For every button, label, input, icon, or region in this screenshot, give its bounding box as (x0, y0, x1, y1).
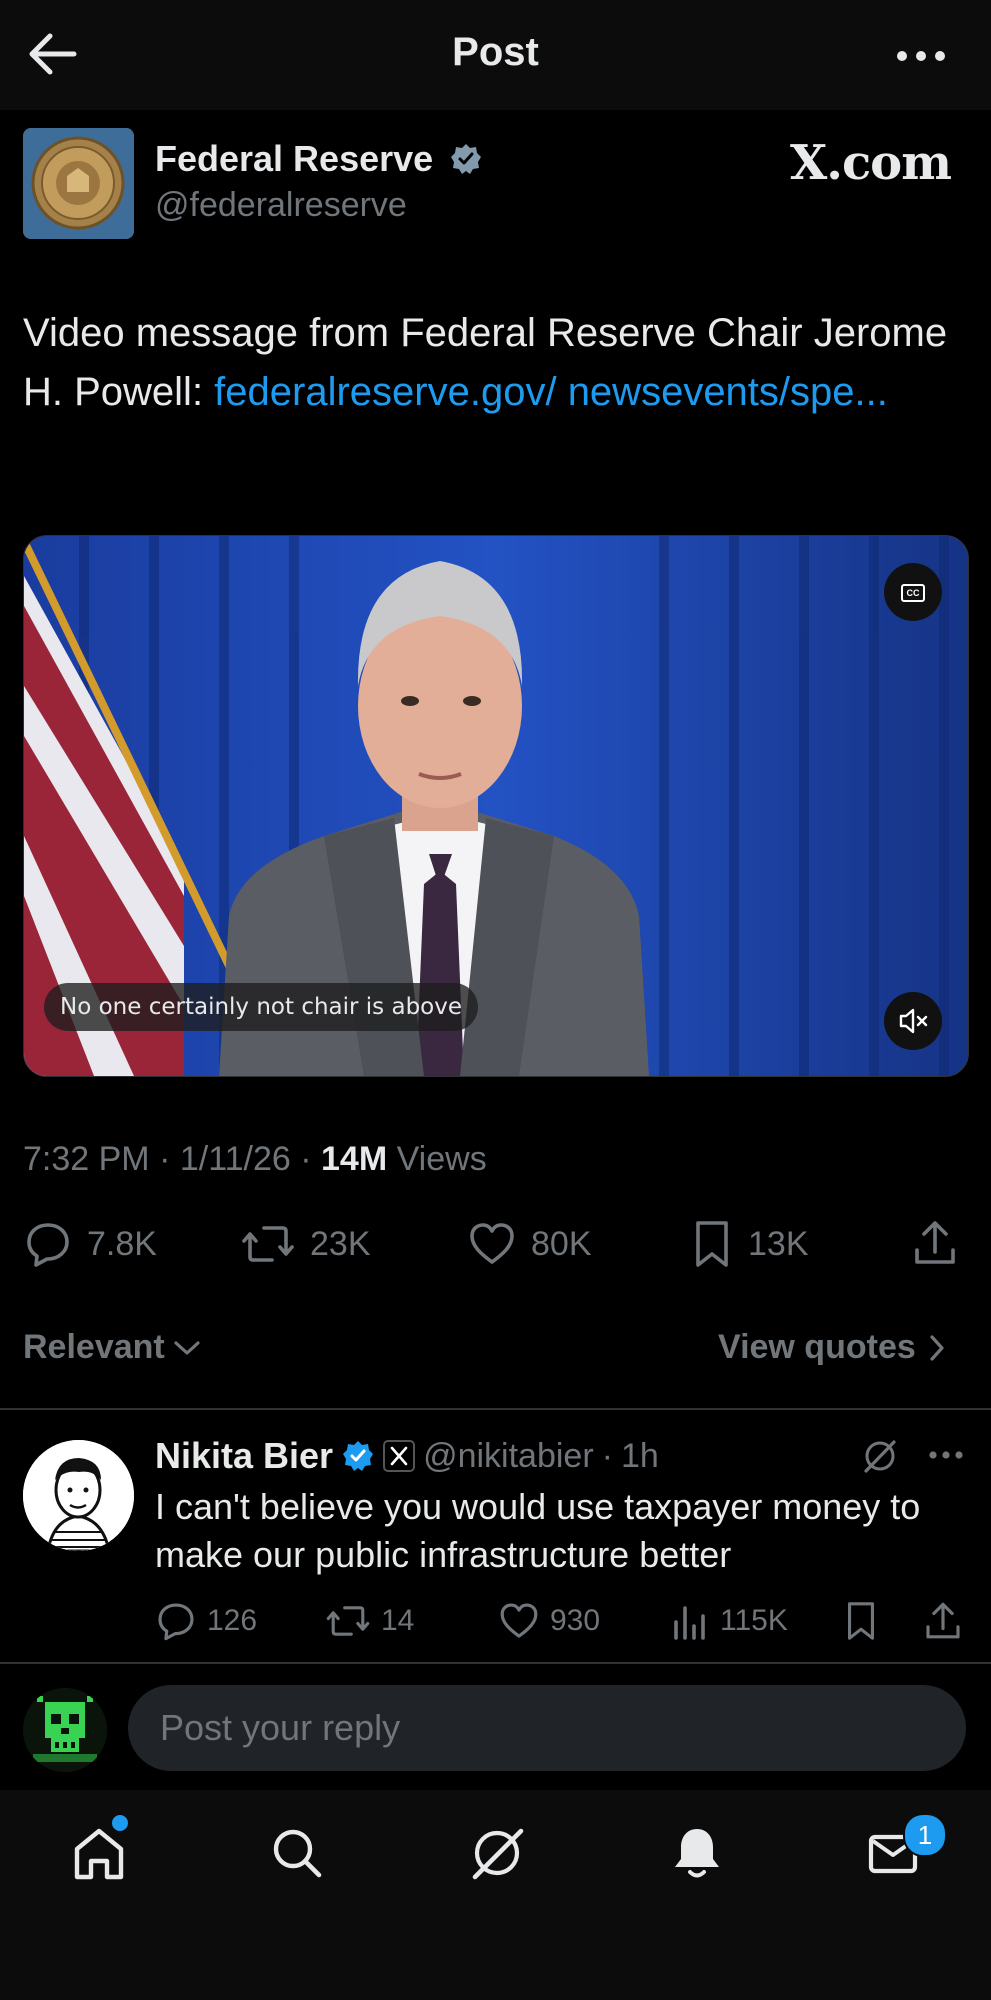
reply-reposts-stat[interactable]: 14 (325, 1600, 414, 1642)
reply-icon (27, 1223, 69, 1267)
reply-likes-stat[interactable]: 930 (498, 1600, 600, 1642)
muted-speaker-icon (899, 1008, 928, 1034)
federal-reserve-avatar[interactable] (23, 128, 134, 239)
chevron-right-icon (930, 1334, 944, 1361)
reply-text: I can't believe you would use taxpayer m… (155, 1486, 921, 1575)
composer-placeholder: Post your reply (160, 1707, 401, 1748)
top-bar: Post (0, 0, 991, 110)
reply-stat[interactable]: 7.8K (23, 1218, 157, 1270)
bell-icon (675, 1829, 719, 1878)
pixel-skull-avatar-icon (23, 1688, 107, 1772)
reply-bookmark-button[interactable] (843, 1600, 879, 1642)
fed-seal-icon (23, 128, 134, 239)
nikita-bier-avatar[interactable] (23, 1440, 134, 1551)
reply-icon (158, 1603, 194, 1641)
grok-icon[interactable] (862, 1438, 898, 1474)
verified-badge-icon (451, 144, 482, 174)
analytics-icon (674, 1606, 705, 1640)
messages-badge: 1 (903, 1813, 947, 1857)
reply-views-stat[interactable]: 115K (670, 1600, 788, 1642)
nav-notifications[interactable] (662, 1818, 732, 1888)
post-meta: 7:32 PM · 1/11/26 · 14M Views (23, 1140, 487, 1178)
more-options-icon[interactable] (896, 50, 946, 62)
bookmark-stat[interactable]: 13K (690, 1218, 809, 1270)
mute-button[interactable] (884, 992, 942, 1050)
home-icon (74, 1828, 124, 1880)
chevron-down-icon (174, 1340, 200, 1355)
heart-icon (500, 1603, 538, 1638)
reply-header: Nikita Bier @nikitabier · 1h (155, 1435, 659, 1477)
search-icon (273, 1829, 322, 1878)
share-button[interactable] (911, 1218, 959, 1268)
video-caption: No one certainly not chair is above (44, 983, 479, 1031)
views-count: 14M (321, 1140, 388, 1178)
reply-composer-input[interactable]: Post your reply (128, 1685, 966, 1771)
grok-icon (472, 1828, 524, 1880)
divider (0, 1408, 991, 1410)
share-icon (915, 1221, 955, 1264)
reply-more-icon[interactable] (928, 1450, 964, 1460)
heart-icon (470, 1223, 514, 1264)
reply-author-name[interactable]: Nikita Bier (155, 1435, 333, 1477)
sort-dropdown[interactable]: Relevant (23, 1328, 201, 1367)
repost-icon (242, 1226, 294, 1262)
page-title: Post (452, 30, 539, 74)
author-name[interactable]: Federal Reserve (155, 138, 483, 180)
author-handle[interactable]: @federalreserve (155, 186, 407, 225)
cc-icon: CC (901, 584, 925, 602)
post-link[interactable]: federalreserve.gov/ newsevents/spe... (214, 370, 888, 414)
home-notification-dot (112, 1815, 128, 1831)
reply-share-button[interactable] (923, 1600, 963, 1642)
my-avatar[interactable] (23, 1688, 107, 1772)
view-quotes-link[interactable]: View quotes (718, 1328, 946, 1367)
nav-search[interactable] (262, 1818, 332, 1888)
bookmark-icon (847, 1602, 875, 1640)
reply-handle[interactable]: @nikitabier (423, 1437, 594, 1476)
divider (0, 1662, 991, 1664)
repost-stat[interactable]: 23K (240, 1218, 371, 1270)
verified-badge-icon (343, 1441, 374, 1471)
reply-time: 1h (621, 1436, 659, 1475)
repost-icon (326, 1606, 370, 1636)
closed-captions-button[interactable]: CC (884, 563, 942, 621)
cartoon-avatar-icon (23, 1440, 134, 1551)
nav-grok[interactable] (462, 1818, 532, 1888)
x-com-watermark: X.com (790, 135, 952, 191)
reply-replies-stat[interactable]: 126 (155, 1600, 257, 1642)
x-affiliate-badge-icon (383, 1440, 416, 1472)
post-text: Video message from Federal Reserve Chair… (23, 311, 948, 414)
share-icon (926, 1602, 960, 1639)
like-stat[interactable]: 80K (467, 1218, 592, 1270)
bookmark-icon (696, 1221, 728, 1267)
